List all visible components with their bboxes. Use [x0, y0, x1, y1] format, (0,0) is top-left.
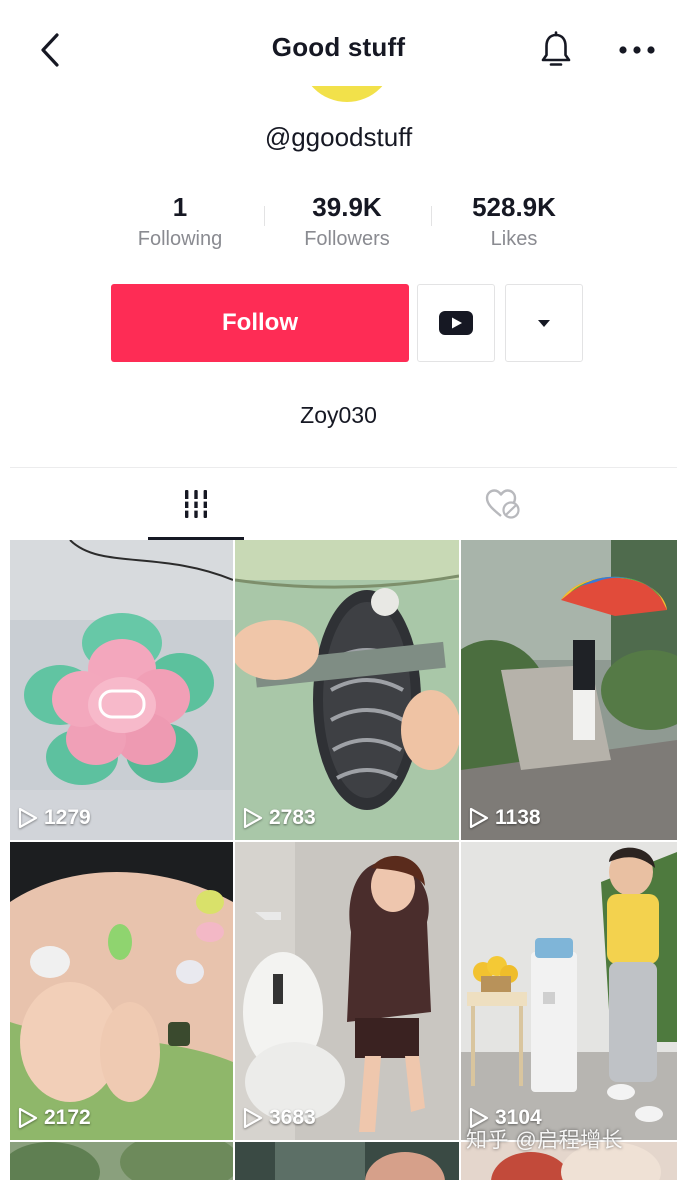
view-count: 1138: [469, 806, 541, 830]
view-count: 2783: [243, 806, 316, 830]
thumbnail-image: [235, 1142, 459, 1180]
content-tabs: [10, 468, 677, 540]
notifications-button[interactable]: [534, 28, 578, 72]
followers-count: 39.9K: [312, 192, 382, 222]
view-count-text: 2172: [44, 1106, 91, 1129]
play-icon: [243, 807, 263, 829]
more-horizontal-icon: [619, 46, 655, 54]
tab-videos[interactable]: [148, 468, 244, 540]
tab-liked[interactable]: [455, 468, 551, 540]
video-thumbnail[interactable]: 2783: [235, 540, 459, 840]
view-count-text: 2783: [269, 806, 316, 829]
view-count: 3683: [243, 1106, 316, 1130]
profile-bio: Zoy030: [300, 402, 377, 428]
stat-divider: [431, 206, 432, 226]
youtube-icon: [439, 311, 473, 335]
video-grid: 1279 2783 1138 2172 3683 3104: [10, 540, 677, 1180]
suggested-accounts-button[interactable]: [505, 284, 583, 362]
avatar[interactable]: [300, 86, 394, 104]
thumbnail-image: [461, 842, 677, 1140]
top-bar: Good stuff: [0, 0, 677, 100]
thumbnail-image: [235, 842, 459, 1140]
likes-count: 528.9K: [472, 192, 556, 222]
view-count-text: 1138: [495, 806, 541, 829]
youtube-link-button[interactable]: [417, 284, 495, 362]
username-handle: @ggoodstuff: [264, 122, 413, 152]
stat-followers[interactable]: 39.9K Followers: [277, 190, 417, 251]
view-count-text: 1279: [44, 806, 91, 829]
video-thumbnail[interactable]: [10, 1142, 233, 1180]
following-label: Following: [137, 228, 223, 250]
view-count: 2172: [18, 1106, 91, 1130]
view-count-text: 3683: [269, 1106, 316, 1129]
stat-divider: [264, 206, 265, 226]
profile-stats: 1 Following 39.9K Followers 528.9K Likes: [0, 190, 677, 260]
video-thumbnail[interactable]: 1279: [10, 540, 233, 840]
video-thumbnail[interactable]: 3104: [461, 842, 677, 1140]
stat-following[interactable]: 1 Following: [110, 190, 250, 251]
following-count: 1: [172, 192, 188, 222]
liked-hidden-icon: [485, 489, 520, 519]
follow-button[interactable]: Follow: [111, 284, 409, 362]
video-thumbnail[interactable]: 1138: [461, 540, 677, 840]
stat-likes[interactable]: 528.9K Likes: [444, 190, 584, 251]
video-thumbnail[interactable]: [235, 1142, 459, 1180]
video-thumbnail[interactable]: 3683: [235, 842, 459, 1140]
grid-icon: [182, 490, 210, 518]
caret-down-icon: [538, 319, 550, 327]
play-icon: [18, 1107, 38, 1129]
video-thumbnail[interactable]: 2172: [10, 842, 233, 1140]
play-icon: [469, 807, 489, 829]
more-options-button[interactable]: [612, 28, 662, 72]
watermark: 知乎 @启程增长: [466, 1129, 624, 1152]
thumbnail-image: [10, 1142, 233, 1180]
thumbnail-image: [235, 540, 459, 840]
thumbnail-image: [461, 540, 677, 840]
view-count: 1279: [18, 806, 91, 830]
followers-label: Followers: [304, 228, 390, 250]
likes-label: Likes: [490, 228, 538, 250]
thumbnail-image: [10, 842, 233, 1140]
bell-icon: [541, 31, 571, 66]
profile-actions: Follow: [0, 284, 677, 364]
thumbnail-image: [10, 540, 233, 840]
play-icon: [243, 1107, 263, 1129]
play-icon: [18, 807, 38, 829]
